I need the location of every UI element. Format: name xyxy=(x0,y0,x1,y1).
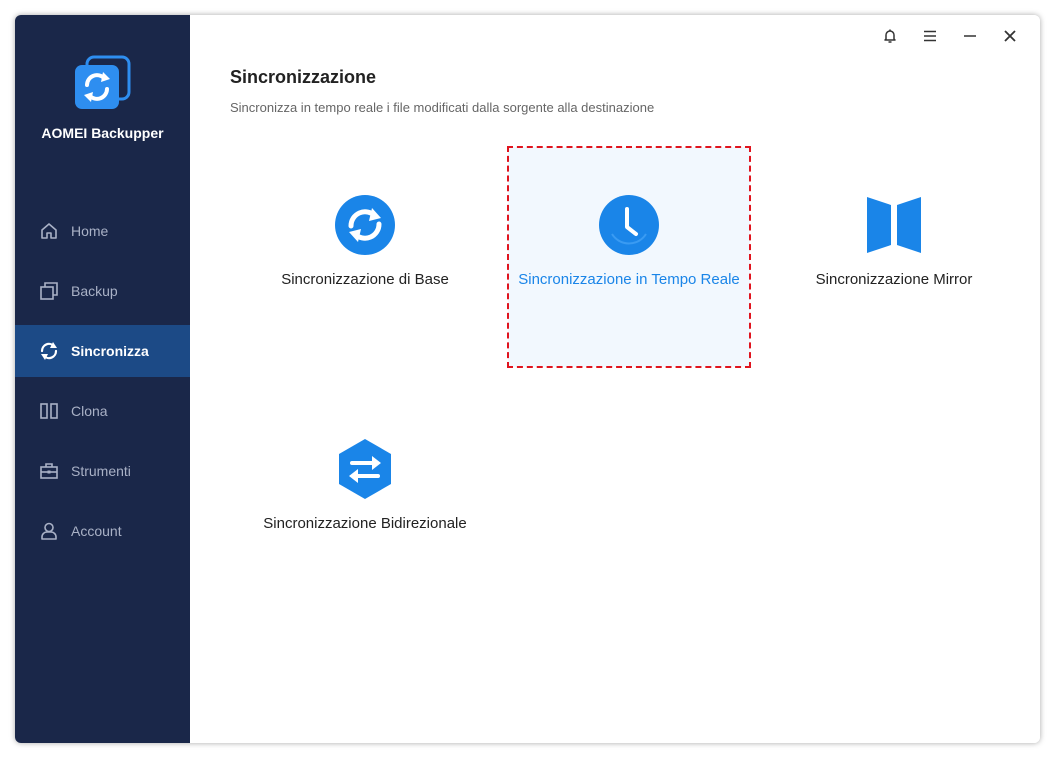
option-mirror-sync[interactable]: Sincronizzazione Mirror xyxy=(773,147,1015,367)
bell-icon[interactable] xyxy=(870,25,910,47)
option-real-time-sync[interactable]: Sincronizzazione in Tempo Reale xyxy=(507,146,751,368)
titlebar-controls xyxy=(870,25,1030,47)
sidebar-item-sincronizza[interactable]: Sincronizza xyxy=(15,325,190,377)
home-icon xyxy=(39,221,59,241)
sidebar-nav: Home Backup Sincronizza Clona Strumenti … xyxy=(15,205,190,565)
sidebar-item-clona[interactable]: Clona xyxy=(15,385,190,437)
sidebar-item-strumenti[interactable]: Strumenti xyxy=(15,445,190,497)
option-label: Sincronizzazione Mirror xyxy=(815,271,973,288)
option-label: Sincronizzazione in Tempo Reale xyxy=(518,271,740,288)
basic-sync-icon xyxy=(333,193,397,257)
page-title: Sincronizzazione xyxy=(230,67,377,87)
sidebar-item-label: Sincronizza xyxy=(71,343,149,359)
sidebar-item-account[interactable]: Account xyxy=(15,505,190,557)
sidebar-item-label: Account xyxy=(71,523,122,539)
sidebar-item-home[interactable]: Home xyxy=(15,205,190,257)
user-icon xyxy=(39,521,59,541)
mirror-icon xyxy=(862,193,926,257)
sidebar-item-label: Backup xyxy=(71,283,118,299)
menu-icon[interactable] xyxy=(910,25,950,47)
sidebar: AOMEI Backupper Home Backup Sincronizza xyxy=(15,15,190,743)
app-logo-icon xyxy=(73,55,133,115)
app-window: AOMEI Backupper Home Backup Sincronizza xyxy=(15,15,1040,743)
sync-icon xyxy=(39,341,59,361)
option-two-way-sync[interactable]: Sincronizzazione Bidirezionale xyxy=(244,391,486,611)
clock-icon xyxy=(597,193,661,257)
toolbox-icon xyxy=(39,461,59,481)
clone-icon xyxy=(39,401,59,421)
minimize-icon[interactable] xyxy=(950,25,990,47)
option-basic-sync[interactable]: Sincronizzazione di Base xyxy=(244,147,486,367)
sidebar-item-backup[interactable]: Backup xyxy=(15,265,190,317)
sidebar-item-label: Clona xyxy=(71,403,108,419)
close-icon[interactable] xyxy=(990,25,1030,47)
backup-icon xyxy=(39,281,59,301)
option-label: Sincronizzazione di Base xyxy=(281,271,449,288)
app-name: AOMEI Backupper xyxy=(41,125,164,141)
page-subtitle: Sincronizza in tempo reale i file modifi… xyxy=(230,100,655,115)
two-way-sync-icon xyxy=(333,437,397,501)
option-label: Sincronizzazione Bidirezionale xyxy=(263,515,467,532)
sidebar-item-label: Strumenti xyxy=(71,463,131,479)
main-panel: Sincronizzazione Sincronizza in tempo re… xyxy=(190,15,1040,743)
sidebar-item-label: Home xyxy=(71,223,109,239)
